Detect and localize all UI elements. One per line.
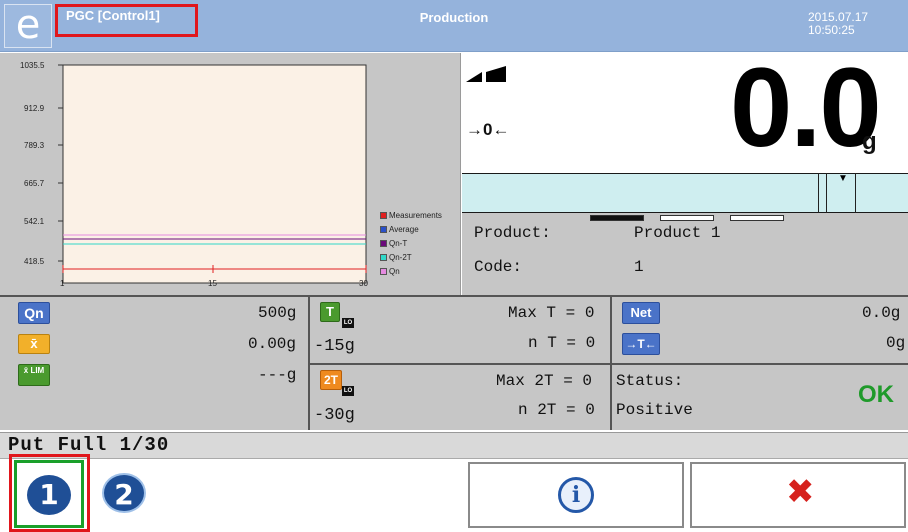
net-icon: Net bbox=[622, 302, 660, 324]
status-value: Positive bbox=[616, 401, 693, 419]
y-tick-label: 418.5 bbox=[24, 257, 45, 266]
instruction-text: Put Full 1/30 bbox=[8, 434, 170, 456]
stable-icon bbox=[466, 66, 506, 82]
datetime: 2015.07.17 10:50:25 bbox=[808, 11, 868, 37]
status-ok: OK bbox=[858, 381, 894, 408]
code-value: 1 bbox=[634, 258, 644, 276]
legend-average: Average bbox=[380, 225, 419, 234]
tare-value: 0g bbox=[886, 334, 906, 352]
lo-icon-2: LO bbox=[342, 386, 354, 396]
status-label: Status: bbox=[616, 372, 684, 390]
lo-icon: LO bbox=[342, 318, 354, 328]
info-icon: i bbox=[558, 477, 594, 513]
weight-unit: g bbox=[862, 128, 877, 155]
t-value: -15g bbox=[314, 337, 355, 356]
limit-value: ---g bbox=[258, 366, 297, 384]
segment-1 bbox=[590, 215, 644, 221]
bargraph-tick bbox=[826, 173, 827, 213]
step-1-highlight bbox=[9, 454, 90, 532]
tare-icon: →T← bbox=[622, 333, 660, 355]
n-2t: n 2T = 0 bbox=[518, 401, 595, 419]
screen-title: Production bbox=[419, 10, 489, 25]
product-value: Product 1 bbox=[634, 224, 721, 242]
step-2-button[interactable]: 2 bbox=[102, 473, 146, 513]
segment-2 bbox=[660, 215, 714, 221]
qn-icon: Qn bbox=[18, 302, 50, 324]
y-tick-label: 1035.5 bbox=[20, 61, 45, 70]
tolerance-t-icon: T bbox=[320, 302, 340, 322]
time-text: 10:50:25 bbox=[808, 23, 855, 37]
y-tick-label: 665.7 bbox=[24, 179, 45, 188]
y-tick-label: 912.9 bbox=[24, 104, 45, 113]
zero-indicator: →0← bbox=[466, 120, 510, 139]
legend-qn-t: Qn-T bbox=[380, 239, 407, 248]
bargraph-arrow-icon: ▼ bbox=[838, 173, 848, 184]
code-label: Code: bbox=[474, 258, 523, 276]
tolerance-2t-icon: 2T bbox=[320, 370, 342, 390]
x-tick-label: 1 bbox=[60, 279, 65, 288]
qn-value: 500g bbox=[258, 304, 297, 322]
close-icon: ✖ bbox=[786, 472, 815, 512]
bargraph-marker bbox=[818, 173, 856, 213]
legend-qn-2t: Qn-2T bbox=[380, 253, 412, 262]
product-label: Product: bbox=[474, 224, 551, 242]
n-t: n T = 0 bbox=[528, 334, 596, 352]
y-tick-label: 789.3 bbox=[24, 141, 45, 150]
weight-value: 0.0 bbox=[730, 45, 882, 170]
legend-qn: Qn bbox=[380, 267, 400, 276]
max-t: Max T = 0 bbox=[508, 304, 595, 322]
limit-icon: x̄ LIM bbox=[18, 364, 50, 386]
max-2t: Max 2T = 0 bbox=[496, 372, 593, 390]
average-icon: x̄ bbox=[18, 334, 50, 354]
average-value: 0.00g bbox=[248, 335, 297, 353]
net-value: 0.0g bbox=[862, 304, 901, 322]
x-tick-label: 15 bbox=[208, 279, 217, 288]
x-tick-label: 30 bbox=[359, 279, 368, 288]
y-tick-label: 542.1 bbox=[24, 217, 45, 226]
segment-3 bbox=[730, 215, 784, 221]
2t-value: -30g bbox=[314, 406, 355, 425]
legend-measurements: Measurements bbox=[380, 211, 442, 220]
